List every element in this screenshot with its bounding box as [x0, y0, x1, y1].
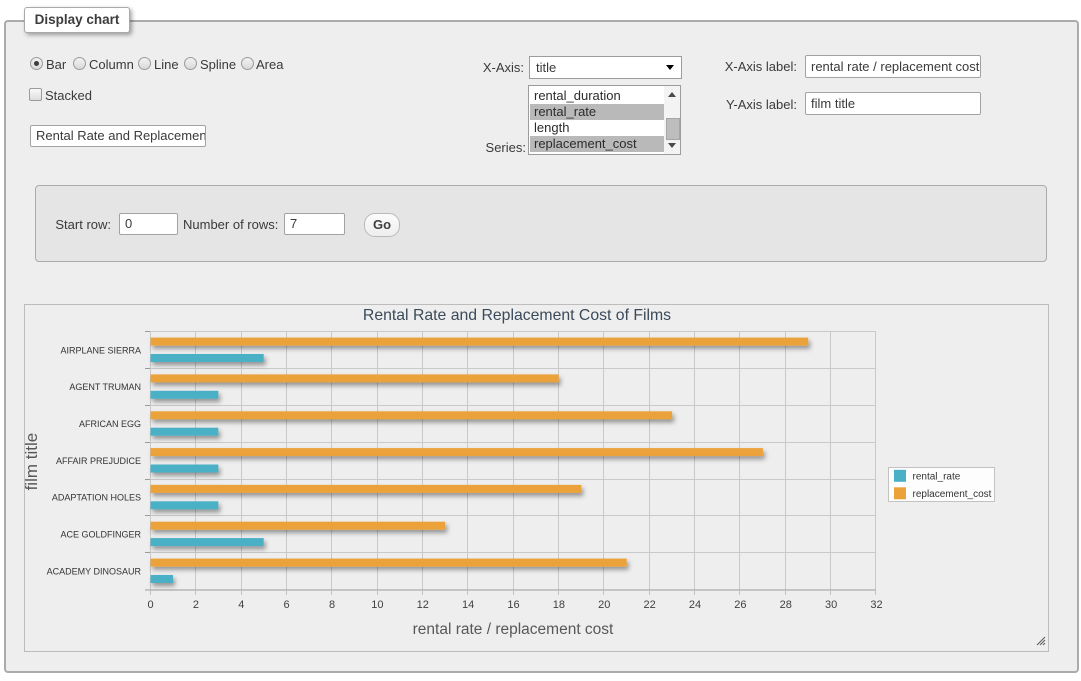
- svg-text:AFRICAN EGG: AFRICAN EGG: [79, 419, 141, 429]
- svg-text:Rental Rate and Replacement Co: Rental Rate and Replacement Cost of Film…: [363, 307, 671, 324]
- svg-text:AGENT TRUMAN: AGENT TRUMAN: [69, 382, 141, 392]
- svg-text:AFFAIR PREJUDICE: AFFAIR PREJUDICE: [56, 456, 141, 466]
- svg-text:rental_rate: rental_rate: [913, 471, 961, 482]
- svg-text:16: 16: [507, 599, 519, 611]
- svg-text:28: 28: [780, 599, 792, 611]
- svg-text:2: 2: [193, 599, 199, 611]
- svg-text:14: 14: [462, 599, 474, 611]
- svg-text:rental rate / replacement cost: rental rate / replacement cost: [413, 621, 614, 638]
- svg-text:12: 12: [417, 599, 429, 611]
- svg-text:10: 10: [371, 599, 383, 611]
- svg-text:20: 20: [598, 599, 610, 611]
- svg-text:0: 0: [147, 599, 153, 611]
- svg-text:26: 26: [734, 599, 746, 611]
- svg-text:film title: film title: [25, 433, 41, 491]
- svg-text:replacement_cost: replacement_cost: [913, 489, 992, 500]
- svg-text:22: 22: [643, 599, 655, 611]
- svg-text:8: 8: [329, 599, 335, 611]
- svg-text:18: 18: [553, 599, 565, 611]
- svg-text:32: 32: [870, 599, 882, 611]
- svg-text:ACE GOLDFINGER: ACE GOLDFINGER: [60, 530, 141, 540]
- svg-text:6: 6: [284, 599, 290, 611]
- svg-text:ACADEMY DINOSAUR: ACADEMY DINOSAUR: [47, 566, 142, 576]
- svg-text:24: 24: [689, 599, 701, 611]
- svg-text:30: 30: [825, 599, 837, 611]
- svg-text:AIRPLANE SIERRA: AIRPLANE SIERRA: [60, 345, 141, 355]
- svg-text:4: 4: [238, 599, 244, 611]
- svg-text:ADAPTATION HOLES: ADAPTATION HOLES: [52, 493, 141, 503]
